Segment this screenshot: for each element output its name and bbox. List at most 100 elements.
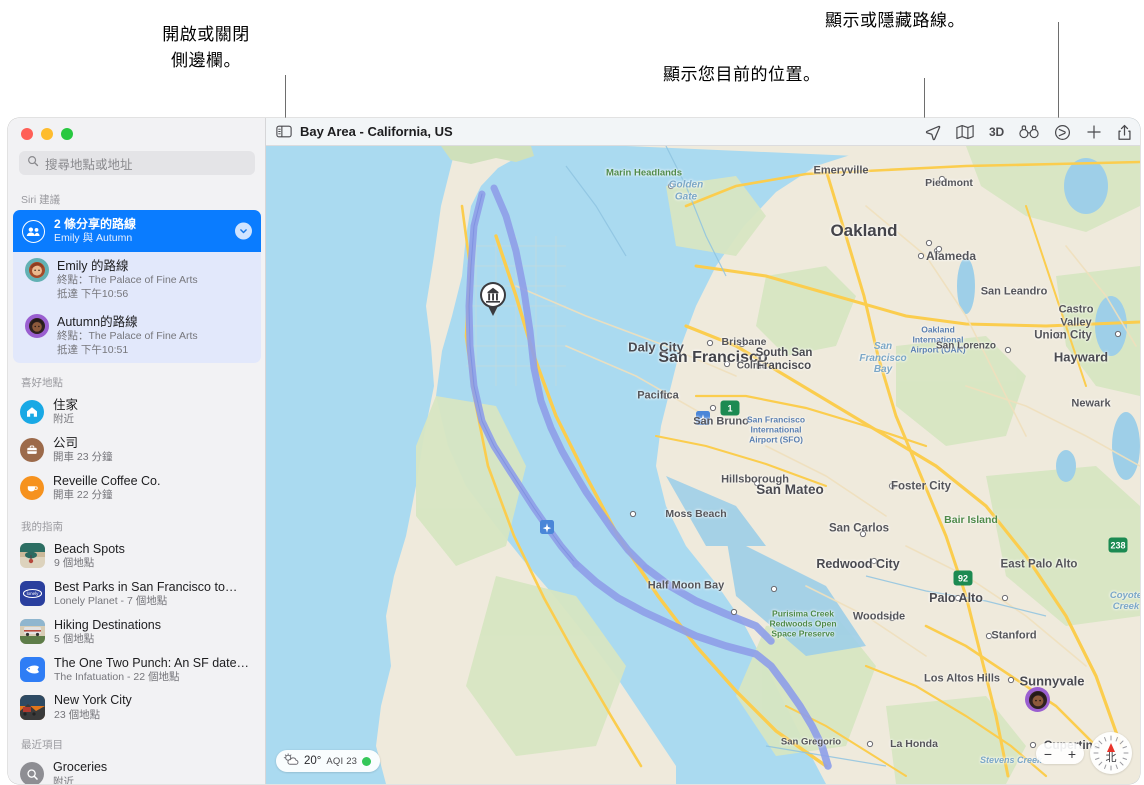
callout-annotations: 開啟或關閉 側邊欄。 顯示您目前的位置。 顯示或隱藏路線。 bbox=[0, 0, 1144, 123]
sidebar-toggle-icon[interactable] bbox=[276, 125, 292, 138]
favorite-item-reveille-coffee[interactable]: Reveille Coffee Co. 開車 22 分鐘 bbox=[8, 469, 266, 507]
guide-item-one-two-punch[interactable]: The One Two Punch: An SF date… The Infat… bbox=[8, 651, 266, 689]
guide-item-new-york-city[interactable]: New York City 23 個地點 bbox=[8, 688, 266, 726]
aqi-status-badge bbox=[362, 756, 372, 766]
section-header-guides: 我的指南 bbox=[21, 520, 63, 533]
toolbar-icon-group: 3D bbox=[924, 118, 1132, 146]
lonely-planet-thumb: lonely bbox=[20, 581, 45, 607]
nyc-thumb bbox=[20, 694, 45, 720]
guide-sub: The Infatuation - 22 個地點 bbox=[54, 670, 180, 683]
zoom-in-button[interactable]: + bbox=[1068, 746, 1076, 762]
favorite-item-home[interactable]: 住家 附近 bbox=[8, 393, 266, 431]
sidebar: 搜尋地點或地址 Siri 建議 2 條分享的路線 Emily 與 Autumn … bbox=[8, 118, 266, 784]
search-icon bbox=[20, 762, 44, 784]
infatuation-thumb bbox=[20, 656, 45, 682]
share-icon[interactable] bbox=[1117, 124, 1132, 141]
autumn-avatar bbox=[25, 313, 49, 338]
sidebar-scroll-area[interactable]: Siri 建議 2 條分享的路線 Emily 與 Autumn Emily 的路… bbox=[8, 184, 266, 784]
route-title: Autumn的路線 bbox=[57, 314, 138, 329]
search-placeholder-text: 搜尋地點或地址 bbox=[45, 157, 133, 172]
window-traffic-lights bbox=[21, 128, 73, 140]
route-title: Emily 的路線 bbox=[57, 259, 129, 274]
shared-route-item-emily[interactable]: Emily 的路線 終點：The Palace of Fine Arts 抵達 … bbox=[13, 252, 261, 308]
palace-of-fine-arts-pin[interactable] bbox=[478, 281, 508, 317]
close-button[interactable] bbox=[21, 128, 33, 140]
route-destination: 終點：The Palace of Fine Arts bbox=[57, 329, 198, 342]
zoom-controls[interactable]: − + bbox=[1036, 743, 1084, 764]
compass-control[interactable]: 北 bbox=[1090, 732, 1132, 774]
favorite-item-work[interactable]: 公司 開車 23 分鐘 bbox=[8, 431, 266, 469]
emily-avatar bbox=[25, 258, 49, 283]
page-title: Bay Area - California, US bbox=[300, 124, 453, 139]
shared-route-item-autumn[interactable]: Autumn的路線 終點：The Palace of Fine Arts 抵達 … bbox=[13, 308, 261, 364]
sidebar-toggle-leader-line bbox=[285, 75, 286, 123]
guide-item-hiking-destinations[interactable]: Hiking Destinations 5 個地點 bbox=[8, 613, 266, 651]
map-mode-icon[interactable] bbox=[956, 124, 974, 140]
section-header-siri: Siri 建議 bbox=[21, 194, 61, 206]
guide-item-best-parks[interactable]: lonely Best Parks in San Francisco to… L… bbox=[8, 575, 266, 613]
show-hide-routes-callout: 顯示或隱藏路線。 bbox=[825, 11, 965, 30]
guide-title: The One Two Punch: An SF date… bbox=[54, 655, 250, 670]
guide-title: Hiking Destinations bbox=[54, 617, 161, 632]
shared-routes-card: 2 條分享的路線 Emily 與 Autumn Emily 的路線 終點：The… bbox=[13, 210, 261, 364]
guide-title: Best Parks in San Francisco to… bbox=[54, 579, 238, 594]
map-toolbar: Bay Area - California, US 3D bbox=[266, 118, 1140, 146]
guide-sub: Lonely Planet - 7 個地點 bbox=[54, 595, 168, 607]
route-destination: 終點：The Palace of Fine Arts bbox=[57, 274, 198, 287]
route-eta: 抵達 下午10:56 bbox=[57, 288, 129, 301]
map-pane[interactable]: Bay Area - California, US 3D Marin Headl… bbox=[266, 118, 1140, 784]
minimize-button[interactable] bbox=[41, 128, 53, 140]
search-icon bbox=[27, 154, 39, 172]
guide-sub: 23 個地點 bbox=[54, 708, 101, 721]
guide-sub: 9 個地點 bbox=[54, 557, 95, 570]
partly-sunny-icon bbox=[283, 753, 299, 769]
home-icon bbox=[20, 400, 44, 425]
weather-temperature: 20° bbox=[304, 755, 322, 767]
weather-widget[interactable]: 20° AQI 23 bbox=[276, 750, 381, 772]
guide-title: New York City bbox=[54, 693, 132, 708]
favorite-sub: 開車 23 分鐘 bbox=[53, 451, 113, 464]
recent-sub: 附近 bbox=[53, 775, 74, 784]
sfo-airport-marker bbox=[540, 520, 554, 534]
look-around-icon[interactable] bbox=[1019, 125, 1039, 139]
map-canvas[interactable] bbox=[266, 146, 1140, 784]
briefcase-icon bbox=[20, 438, 44, 463]
shared-routes-subtitle: Emily 與 Autumn bbox=[54, 232, 133, 244]
oakland-airport-marker bbox=[696, 411, 710, 425]
add-icon[interactable] bbox=[1086, 124, 1102, 140]
current-location-leader-line bbox=[924, 78, 925, 120]
favorite-sub: 附近 bbox=[53, 413, 74, 426]
hiking-thumb bbox=[20, 619, 45, 645]
current-location-icon[interactable] bbox=[924, 124, 941, 141]
compass-north-label: 北 bbox=[1105, 752, 1117, 764]
air-quality-label: AQI 23 bbox=[326, 755, 358, 767]
zoom-out-button[interactable]: − bbox=[1044, 746, 1052, 762]
chevron-down-icon[interactable] bbox=[235, 222, 252, 240]
people-icon bbox=[22, 219, 45, 243]
three-d-icon[interactable]: 3D bbox=[989, 125, 1004, 139]
favorite-name: 公司 bbox=[53, 436, 79, 451]
svg-text:lonely: lonely bbox=[27, 591, 40, 596]
guide-title: Beach Spots bbox=[54, 541, 125, 556]
shared-routes-title: 2 條分享的路線 bbox=[54, 217, 137, 231]
show-hide-routes-leader-line bbox=[1058, 22, 1059, 120]
share-routes-icon[interactable] bbox=[1054, 124, 1071, 141]
beach-thumb bbox=[20, 543, 45, 569]
shared-routes-group-row[interactable]: 2 條分享的路線 Emily 與 Autumn bbox=[13, 210, 261, 253]
autumn-location-marker[interactable] bbox=[1025, 687, 1050, 712]
recent-item-groceries[interactable]: Groceries 附近 bbox=[8, 755, 266, 784]
section-header-recents: 最近項目 bbox=[21, 739, 63, 752]
favorite-name: 住家 bbox=[53, 398, 79, 413]
recent-name: Groceries bbox=[53, 760, 108, 775]
favorite-name: Reveille Coffee Co. bbox=[53, 473, 161, 488]
sidebar-toggle-callout: 開啟或關閉 側邊欄。 bbox=[162, 25, 250, 70]
current-location-callout: 顯示您目前的位置。 bbox=[663, 65, 821, 84]
route-eta: 抵達 下午10:51 bbox=[57, 343, 129, 356]
guide-sub: 5 個地點 bbox=[54, 632, 95, 645]
maps-window: 搜尋地點或地址 Siri 建議 2 條分享的路線 Emily 與 Autumn … bbox=[8, 118, 1140, 784]
section-header-favorites: 喜好地點 bbox=[21, 377, 63, 390]
favorite-sub: 開車 22 分鐘 bbox=[53, 489, 113, 502]
zoom-button[interactable] bbox=[61, 128, 73, 140]
guide-item-beach-spots[interactable]: Beach Spots 9 個地點 bbox=[8, 537, 266, 575]
search-input[interactable]: 搜尋地點或地址 bbox=[19, 151, 255, 175]
